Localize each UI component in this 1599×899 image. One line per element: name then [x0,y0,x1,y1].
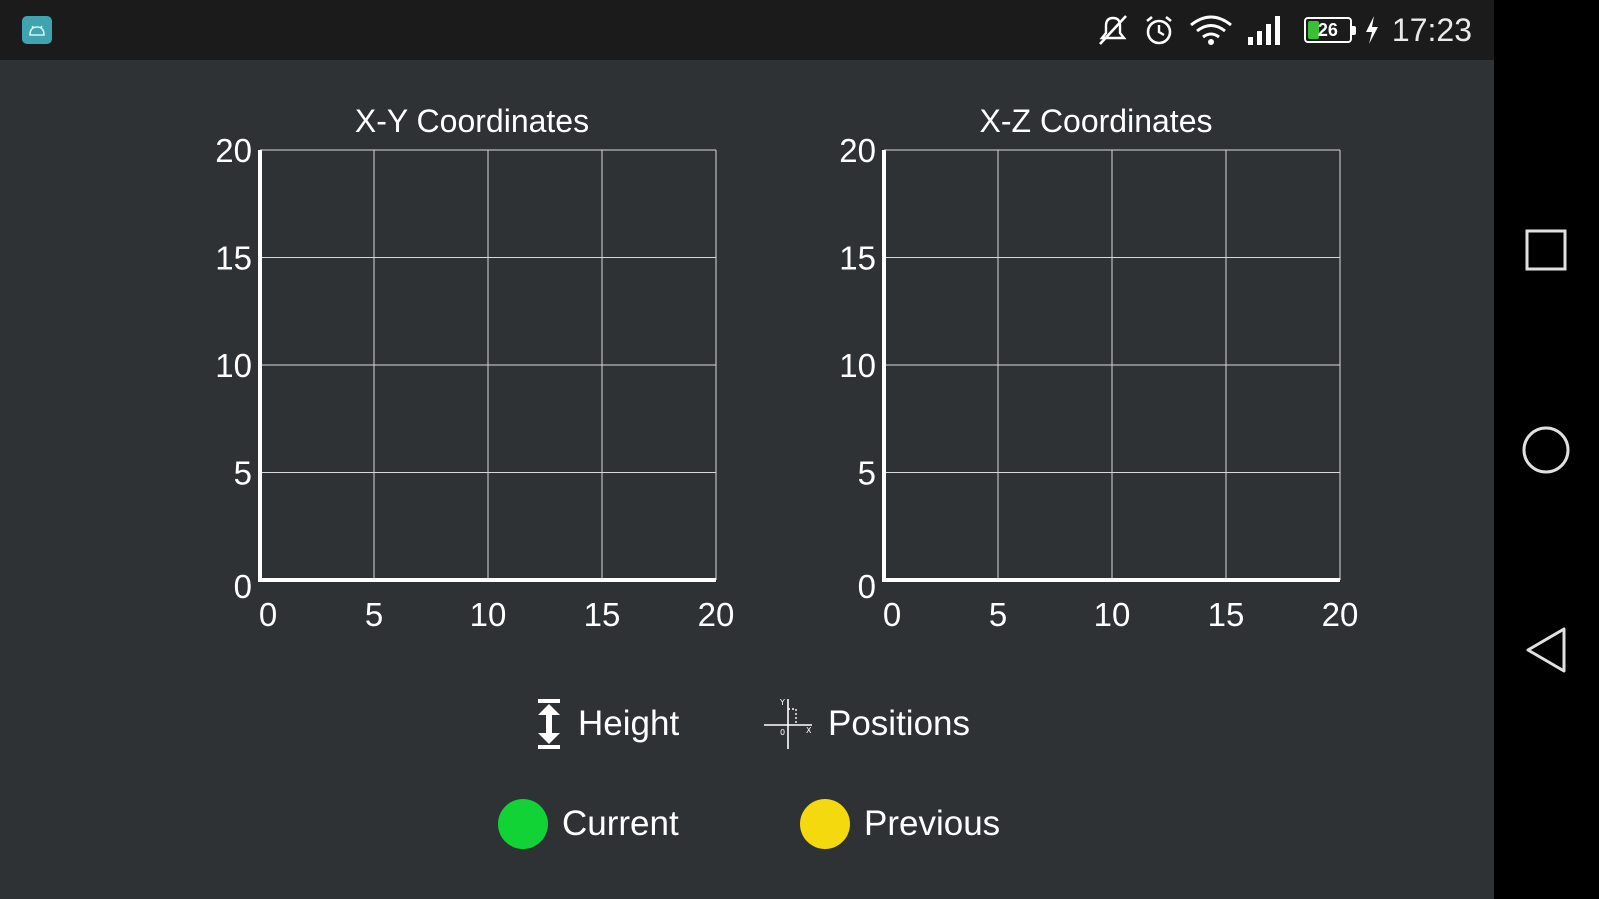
positions-button[interactable]: Y X 0 Positions [762,697,970,751]
wifi-icon [1188,10,1234,50]
y-tick-label: 0 [858,568,876,605]
navigation-bar [1494,0,1599,899]
y-tick-label: 20 [839,132,876,169]
x-tick-label: 15 [1208,596,1245,633]
svg-text:Y: Y [779,698,785,707]
status-bar: 26 17:23 [0,0,1494,60]
legend-current-label: Current [562,804,679,843]
y-tick-label: 20 [215,132,252,169]
chart-title-xy: X-Y Coordinates [354,103,590,139]
svg-text:X: X [806,726,812,735]
clock: 17:23 [1391,11,1472,48]
x-tick-label: 15 [584,596,621,633]
y-tick-label: 15 [215,240,252,277]
y-tick-label: 10 [839,347,876,384]
legend-previous-label: Previous [864,804,1001,843]
battery-icon: 26 [1303,17,1356,43]
back-icon [1526,627,1566,673]
app-icon [22,16,52,44]
home-icon [1522,426,1570,474]
charging-icon [1364,10,1380,50]
x-tick-label: 10 [1094,596,1131,633]
x-tick-label: 5 [989,596,1007,633]
home-button[interactable] [1521,425,1571,475]
battery-level: 26 [1317,19,1338,40]
recent-apps-icon [1525,229,1567,271]
x-tick-label: 10 [470,596,507,633]
alarm-icon [1142,10,1176,50]
xz-chart: 0 5 10 15 20 0 5 10 15 20 [839,132,1359,633]
x-tick-label: 0 [883,596,901,633]
signal-icon [1246,10,1286,50]
height-button[interactable]: Height [534,697,679,751]
y-tick-label: 10 [215,347,252,384]
y-tick-label: 5 [234,455,252,492]
y-tick-label: 5 [858,455,876,492]
battery-cap [1351,26,1356,35]
positions-label: Positions [828,704,971,743]
mute-icon [1096,10,1130,50]
previous-color-dot [800,799,850,849]
chart-title-xz: X-Z Coordinates [979,103,1213,139]
height-icon [538,699,560,749]
y-tick-label: 15 [839,240,876,277]
x-tick-label: 20 [698,596,735,633]
recent-apps-button[interactable] [1521,225,1571,275]
xy-chart: 0 5 10 15 20 0 5 10 15 20 [215,132,735,633]
positions-icon: Y X 0 [764,698,812,749]
legend-current: Current [498,799,679,849]
back-button[interactable] [1521,625,1571,675]
y-tick-label: 0 [234,568,252,605]
height-label: Height [578,704,680,743]
x-tick-label: 0 [259,596,277,633]
x-tick-label: 5 [365,596,383,633]
x-tick-label: 20 [1322,596,1359,633]
svg-text:0: 0 [780,728,785,737]
current-color-dot [498,799,548,849]
legend-previous: Previous [800,799,1000,849]
